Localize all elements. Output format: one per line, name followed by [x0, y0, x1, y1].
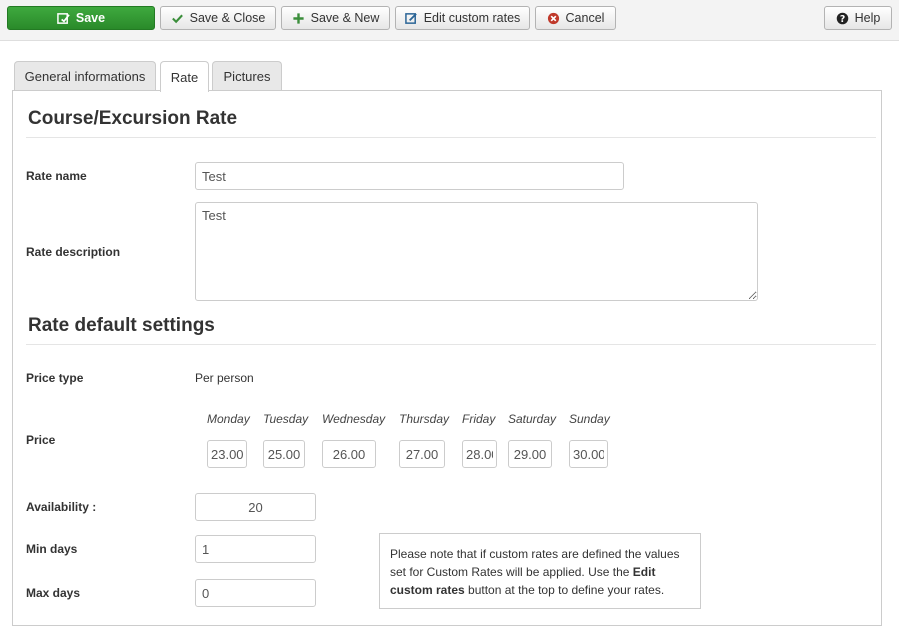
save-close-button[interactable]: Save & Close — [160, 6, 276, 30]
min-days-input[interactable] — [195, 535, 316, 563]
min-days-label: Min days — [26, 542, 78, 556]
save-label: Save — [75, 11, 106, 25]
price-type-value: Per person — [195, 371, 254, 385]
help-icon: ? — [836, 12, 848, 24]
cancel-button[interactable]: Cancel — [535, 6, 616, 30]
day-label-tuesday: Tuesday — [263, 412, 309, 426]
price-input-wednesday[interactable] — [322, 440, 376, 468]
toolbar: Save Save & Close Save & New Edit custom… — [0, 0, 899, 41]
day-label-saturday: Saturday — [508, 412, 557, 426]
edit-custom-rates-label: Edit custom rates — [423, 11, 521, 25]
edit-custom-rates-button[interactable]: Edit custom rates — [395, 6, 530, 30]
day-label-sunday: Sunday — [569, 412, 610, 426]
price-input-tuesday[interactable] — [263, 440, 305, 468]
max-days-label: Max days — [26, 586, 81, 600]
divider — [26, 344, 876, 345]
save-icon — [57, 12, 70, 24]
availability-input[interactable] — [195, 493, 316, 521]
day-label-monday: Monday — [207, 412, 250, 426]
rate-description-label: Rate description — [26, 245, 121, 259]
price-input-friday[interactable] — [462, 440, 497, 468]
price-input-monday[interactable] — [207, 440, 247, 468]
tab-label: Pictures — [223, 69, 271, 84]
max-days-input[interactable] — [195, 579, 316, 607]
cancel-icon — [547, 12, 559, 24]
day-label-thursday: Thursday — [399, 412, 450, 426]
availability-label: Availability : — [26, 500, 97, 514]
tab-label: Rate — [170, 69, 199, 85]
tab-rate[interactable]: Rate — [160, 61, 209, 92]
price-input-sunday[interactable] — [569, 440, 608, 468]
check-icon — [171, 14, 183, 23]
note-text-2: button at the top to define your rates. — [464, 583, 665, 597]
section-title-rate: Course/Excursion Rate — [28, 108, 238, 129]
price-input-saturday[interactable] — [508, 440, 552, 468]
help-button[interactable]: ? Help — [824, 6, 892, 30]
svg-text:?: ? — [839, 13, 844, 24]
edit-icon — [404, 12, 417, 24]
price-label: Price — [26, 433, 56, 447]
rate-name-label: Rate name — [26, 169, 87, 183]
tab-pictures[interactable]: Pictures — [212, 61, 282, 91]
tab-label: General informations — [24, 69, 146, 84]
rate-description-textarea[interactable]: Test — [195, 202, 758, 301]
save-new-label: Save & New — [310, 11, 380, 25]
plus-icon — [293, 12, 304, 24]
save-new-button[interactable]: Save & New — [281, 6, 390, 30]
help-label: Help — [854, 11, 881, 25]
day-label-wednesday: Wednesday — [322, 412, 386, 426]
day-label-friday: Friday — [462, 412, 496, 426]
save-button[interactable]: Save — [7, 6, 155, 30]
price-input-thursday[interactable] — [399, 440, 445, 468]
cancel-label: Cancel — [565, 11, 605, 25]
divider — [26, 137, 876, 138]
custom-rates-note: Please note that if custom rates are def… — [379, 533, 701, 609]
rate-name-input[interactable] — [195, 162, 624, 190]
tab-general-informations[interactable]: General informations — [14, 61, 156, 91]
price-type-label: Price type — [26, 371, 84, 385]
section-title-default-settings: Rate default settings — [28, 315, 215, 336]
save-close-label: Save & Close — [189, 11, 266, 25]
